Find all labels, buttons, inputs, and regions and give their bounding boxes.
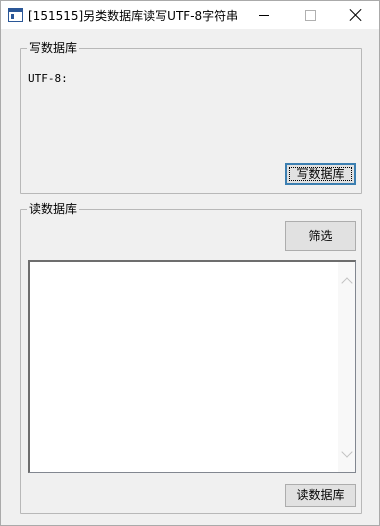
write-group-legend: 写数据库 [27,40,80,56]
maximize-icon [304,9,316,21]
scroll-up-button[interactable] [338,272,355,289]
close-button[interactable] [333,1,379,29]
read-database-group: 读数据库 筛选 读数据库 [20,201,362,514]
window-title: [151515]另类数据库读写UTF-8字符串 [28,9,239,23]
write-database-group: 写数据库 UTF-8: 写数据库 [20,40,362,194]
read-database-button[interactable]: 读数据库 [285,484,356,507]
close-icon [350,9,362,21]
app-icon[interactable] [8,8,23,22]
read-group-legend: 读数据库 [27,201,80,217]
write-database-button[interactable]: 写数据库 [285,163,356,185]
minimize-button[interactable] [241,1,287,29]
utf8-label: UTF-8: [28,72,68,85]
vertical-scrollbar[interactable] [338,262,355,472]
filter-button[interactable]: 筛选 [285,221,356,251]
results-list-box[interactable] [28,260,356,473]
maximize-button [287,1,333,29]
scroll-down-button[interactable] [338,445,355,462]
minimize-icon [259,14,269,16]
app-window: [151515]另类数据库读写UTF-8字符串 写数据库 UTF-8: 写数据库… [0,0,380,526]
chevron-down-icon [340,445,353,458]
title-bar[interactable]: [151515]另类数据库读写UTF-8字符串 [1,1,379,29]
focus-rectangle [289,167,352,181]
chevron-up-icon [340,276,353,289]
filter-button-label: 筛选 [308,229,333,243]
read-database-button-label: 读数据库 [296,488,345,502]
